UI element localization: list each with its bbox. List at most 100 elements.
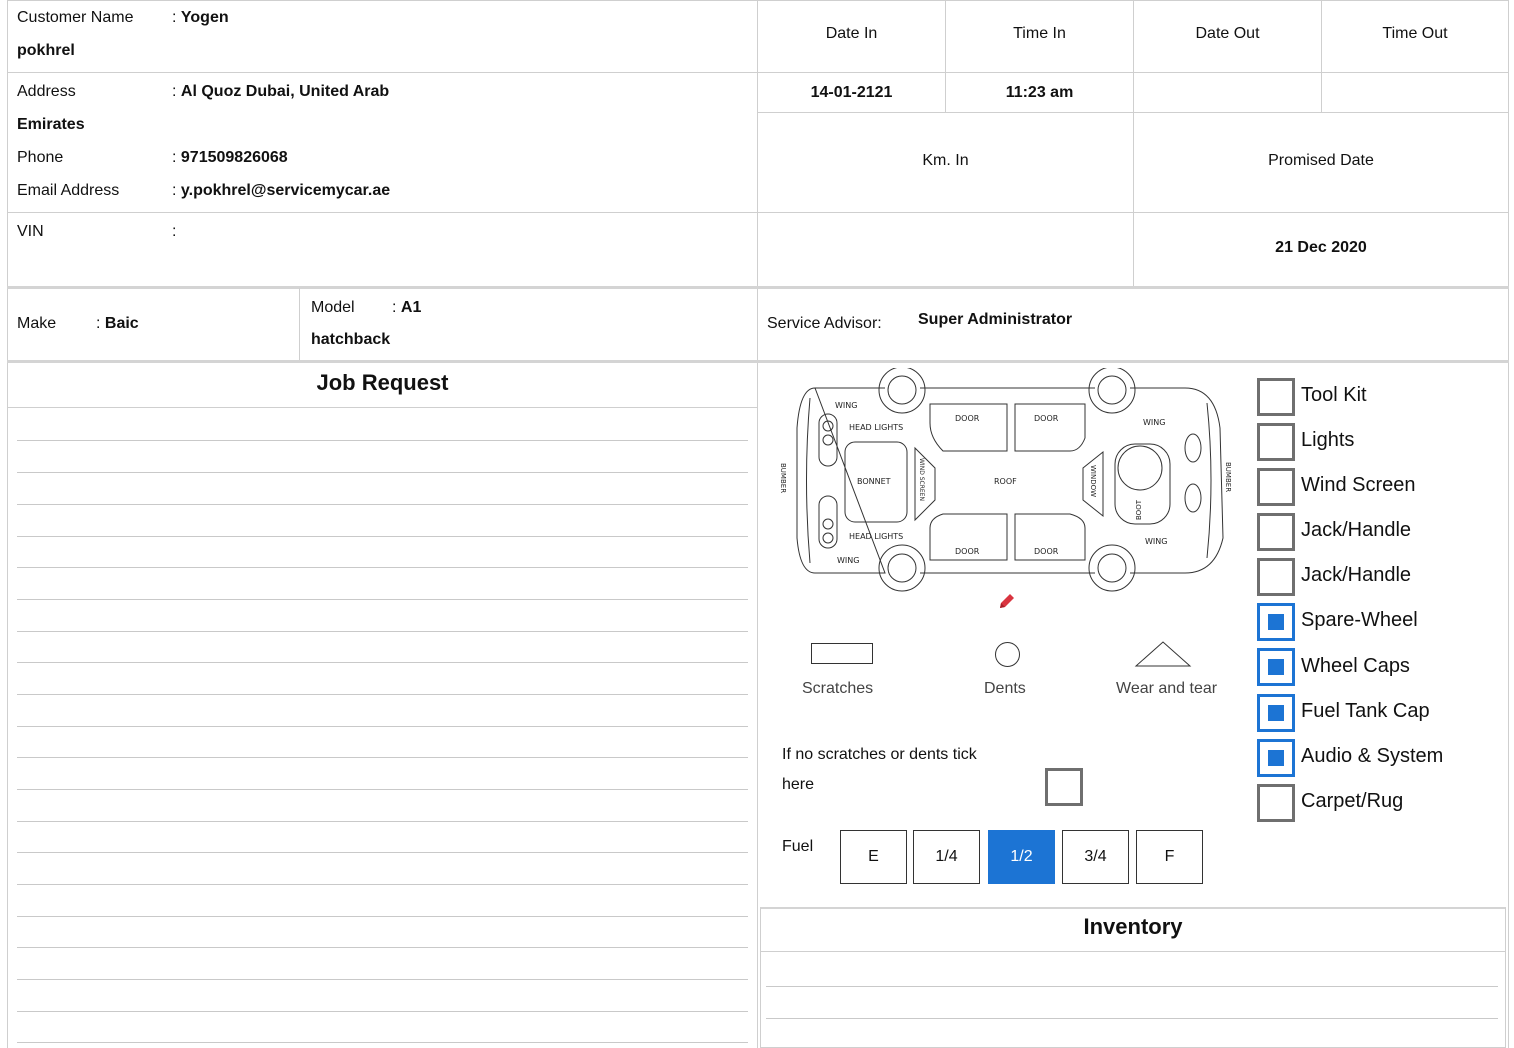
ruled-line	[17, 440, 748, 441]
ruled-line	[17, 852, 748, 853]
section-divider	[7, 360, 1509, 363]
phone-value: : 971509826068	[172, 149, 288, 167]
head-lights-label: HEAD LIGHTS	[849, 423, 903, 432]
head-lights-label: HEAD LIGHTS	[849, 532, 903, 541]
checkbox-audio-system[interactable]	[1257, 739, 1295, 777]
fuel-option-quarter[interactable]: 1/4	[913, 830, 980, 884]
door-label: DOOR	[955, 414, 980, 423]
make-name: Baic	[104, 315, 139, 332]
ruled-line	[17, 821, 748, 822]
address-value: : Al Quoz Dubai, United Arab	[172, 83, 389, 101]
ruled-line	[17, 726, 748, 727]
checkbox-jack-handle[interactable]	[1257, 513, 1295, 551]
door-label: DOOR	[1034, 414, 1059, 423]
fuel-option-three-quarter[interactable]: 3/4	[1062, 830, 1129, 884]
ruled-line	[17, 694, 748, 695]
wear-label: Wear and tear	[1116, 680, 1218, 697]
service-advisor-label: Service Advisor:	[767, 315, 882, 332]
bumber-label: BUMBER	[779, 463, 787, 493]
time-out-label: Time Out	[1382, 25, 1448, 42]
wing-label: WING	[1145, 537, 1167, 546]
row-divider	[7, 72, 758, 73]
checklist-label: Jack/Handle	[1301, 519, 1412, 541]
email-address: y.pokhrel@servicemycar.ae	[180, 182, 391, 199]
km-in-label: Km. In	[922, 152, 969, 169]
wind-screen-label: WIND SCREEN	[918, 458, 925, 501]
checkbox-tool-kit[interactable]	[1257, 378, 1295, 416]
wing-label: WING	[835, 401, 857, 410]
checkbox-jack-handle-2[interactable]	[1257, 558, 1295, 596]
time-in-value: 11:23 am	[1005, 84, 1074, 101]
colon: :	[172, 223, 177, 240]
wing-label: WING	[837, 556, 859, 565]
ruled-line	[17, 631, 748, 632]
wear-symbol	[1134, 641, 1192, 667]
promised-date-label: Promised Date	[1268, 152, 1374, 169]
ruled-line	[17, 1042, 748, 1043]
promised-date-value: 21 Dec 2020	[1275, 239, 1367, 256]
no-damage-text: If no scratches or dents tick	[782, 746, 977, 763]
pencil-icon[interactable]	[997, 591, 1017, 611]
address-line2: Emirates	[17, 116, 85, 133]
checklist-label: Wheel Caps	[1301, 655, 1410, 677]
checklist-label: Spare-Wheel	[1301, 609, 1418, 631]
checkbox-spare-wheel[interactable]	[1257, 603, 1295, 641]
section-divider	[7, 286, 1509, 289]
ruled-line	[17, 599, 748, 600]
address-label: Address	[17, 83, 76, 100]
ruled-line	[766, 1018, 1498, 1019]
job-request-header-divider	[8, 407, 757, 408]
service-advisor-value: Super Administrator	[918, 311, 1073, 328]
inventory-title: Inventory	[1083, 914, 1183, 939]
model-line1: A1	[400, 299, 422, 316]
ruled-line	[17, 757, 748, 758]
make-model-divider	[299, 288, 300, 360]
car-damage-diagram[interactable]: WING WING WING WING HEAD LIGHTS HEAD LIG…	[775, 368, 1245, 593]
checklist-label: Carpet/Rug	[1301, 790, 1404, 812]
checkbox-lights[interactable]	[1257, 423, 1295, 461]
ruled-line	[17, 567, 748, 568]
checkbox-fuel-tank-cap[interactable]	[1257, 694, 1295, 732]
email-label: Email Address	[17, 182, 120, 199]
fuel-option-half[interactable]: 1/2	[988, 830, 1055, 884]
make-value: : Baic	[96, 315, 139, 333]
time-in-label: Time In	[1013, 25, 1066, 42]
ruled-line	[17, 979, 748, 980]
checklist-label: Jack/Handle	[1301, 564, 1412, 586]
wing-label: WING	[1143, 418, 1165, 427]
date-out-label: Date Out	[1195, 25, 1260, 42]
door-label: DOOR	[1034, 547, 1059, 556]
no-damage-text-2: here	[782, 776, 815, 793]
checkbox-wheel-caps[interactable]	[1257, 648, 1295, 686]
no-damage-checkbox[interactable]	[1045, 768, 1083, 806]
fuel-label: Fuel	[782, 838, 814, 855]
roof-label: ROOF	[994, 477, 1017, 486]
checkbox-carpet-rug[interactable]	[1257, 784, 1295, 822]
dents-label: Dents	[984, 680, 1026, 697]
address-line1: Al Quoz Dubai, United Arab	[180, 83, 390, 100]
phone-number: 971509826068	[180, 149, 288, 166]
customer-name-label: Customer Name	[17, 9, 134, 26]
checkbox-wind-screen[interactable]	[1257, 468, 1295, 506]
bumber-label: BUMBER	[1224, 462, 1232, 492]
fuel-option-full[interactable]: F	[1136, 830, 1203, 884]
fuel-option-e[interactable]: E	[840, 830, 907, 884]
customer-name-line1: Yogen	[180, 9, 229, 26]
frame-right	[1508, 0, 1509, 1048]
ruled-line	[17, 472, 748, 473]
vin-value: :	[172, 223, 176, 241]
inventory-header-divider	[760, 951, 1506, 952]
email-value: : y.pokhrel@servicemycar.ae	[172, 182, 390, 200]
ruled-line	[17, 504, 748, 505]
phone-label: Phone	[17, 149, 64, 166]
ruled-line	[17, 1011, 748, 1012]
checklist-label: Fuel Tank Cap	[1301, 700, 1430, 722]
colon: :	[172, 9, 177, 26]
date-in-label: Date In	[825, 25, 878, 42]
checklist-label: Lights	[1301, 429, 1355, 451]
scratches-label: Scratches	[802, 680, 874, 697]
make-label: Make	[17, 315, 57, 332]
date-in-value: 14-01-2121	[810, 84, 893, 101]
checklist-label: Wind Screen	[1301, 474, 1416, 496]
scratches-symbol	[811, 643, 873, 664]
